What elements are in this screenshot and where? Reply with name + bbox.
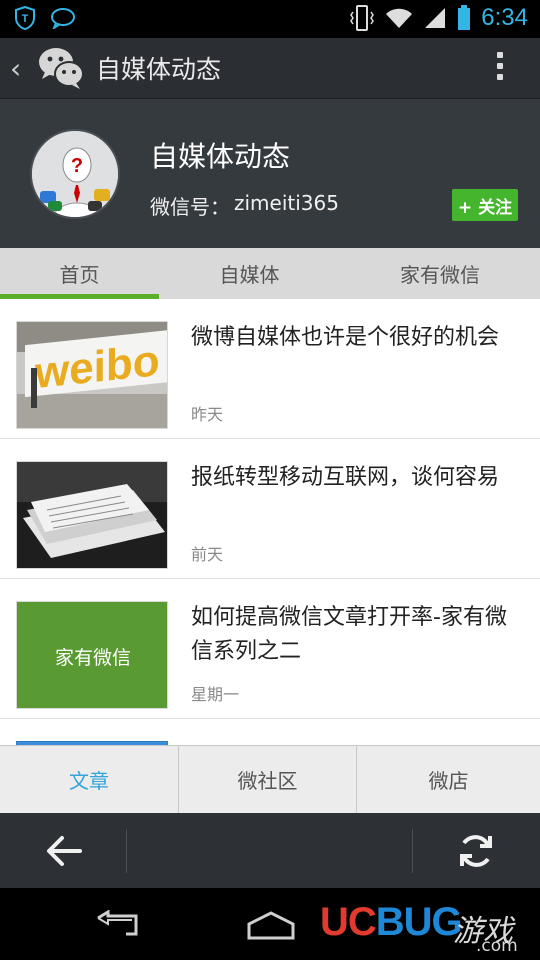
- list-item[interactable]: 家有微信 如何提高微信文章打开率-家有微信系列之二 星期一: [0, 579, 540, 719]
- profile-header: ? 自媒体动态 微信号： zimeiti365 + 关注: [0, 98, 540, 248]
- action-bar: ‹ 自媒体动态: [0, 38, 540, 98]
- svg-text:?: ?: [71, 155, 83, 177]
- system-back-icon[interactable]: [96, 910, 144, 940]
- article-time: 星期一: [191, 685, 240, 704]
- battery-icon: [458, 5, 471, 30]
- watermark-domain: .com: [476, 936, 518, 956]
- article-time: 昨天: [191, 405, 224, 424]
- article-list: weibo 微博自媒体也许是个很好的机会 昨天 报纸转型移动互联网，谈何容易 前…: [0, 299, 540, 745]
- follow-button[interactable]: + 关注: [452, 189, 518, 221]
- back-chevron-icon[interactable]: ‹: [10, 52, 28, 85]
- article-time: 前天: [191, 545, 224, 564]
- avatar[interactable]: ?: [30, 129, 120, 219]
- article-title: 如何提高微信文章打开率-家有微信系列之二: [191, 605, 507, 664]
- vibrate-icon: [350, 5, 375, 31]
- overflow-menu-icon[interactable]: [496, 52, 504, 84]
- chat-bubble-icon: [51, 8, 75, 29]
- article-thumbnail: [16, 461, 168, 569]
- article-thumbnail: 家有微信: [16, 601, 168, 709]
- wechat-logo-icon[interactable]: [36, 45, 86, 91]
- tab-wechat-home[interactable]: 家有微信: [340, 248, 540, 299]
- account-name: 自媒体动态: [150, 140, 291, 173]
- watermark-brand: UCBUG: [320, 900, 463, 944]
- tab-self-media[interactable]: 自媒体: [159, 248, 340, 299]
- menu-articles[interactable]: 文章: [0, 746, 179, 813]
- list-item[interactable]: weibo 微博自媒体也许是个很好的机会 昨天: [0, 299, 540, 439]
- browser-toolbar: [0, 813, 540, 888]
- tab-label: 自媒体: [219, 263, 280, 287]
- page-title: 自媒体动态: [96, 55, 222, 84]
- wechat-id-label: 微信号：: [150, 195, 230, 219]
- toolbar-divider: [126, 829, 127, 873]
- tab-label: 家有微信: [400, 263, 480, 287]
- wifi-icon: [386, 8, 413, 28]
- clock: 6:34: [481, 4, 528, 31]
- tab-label: 首页: [59, 263, 100, 287]
- signal-icon: [425, 8, 446, 28]
- menu-community[interactable]: 微社区: [179, 746, 357, 813]
- article-thumbnail: weibo: [16, 321, 168, 429]
- svg-text:T: T: [22, 13, 29, 25]
- refresh-icon[interactable]: [456, 831, 496, 871]
- list-item[interactable]: [0, 719, 540, 745]
- tab-bar: 首页 自媒体 家有微信: [0, 248, 540, 299]
- bottom-menu: 文章 微社区 微店: [0, 745, 540, 813]
- shield-icon: T: [15, 6, 35, 30]
- thumbnail-caption: 家有微信: [54, 646, 131, 669]
- wechat-id: zimeiti365: [234, 191, 339, 215]
- article-title: 报纸转型移动互联网，谈何容易: [191, 465, 500, 490]
- system-home-icon[interactable]: [246, 910, 296, 940]
- tab-home[interactable]: 首页: [0, 248, 159, 299]
- article-title: 微博自媒体也许是个很好的机会: [191, 325, 500, 350]
- list-item[interactable]: 报纸转型移动互联网，谈何容易 前天: [0, 439, 540, 579]
- status-bar: T 6:34: [0, 0, 540, 38]
- toolbar-divider: [412, 829, 413, 873]
- avatar-image: ?: [32, 131, 118, 217]
- menu-shop[interactable]: 微店: [357, 746, 540, 813]
- watermark-logo: UCBUG 游戏网 .com: [320, 900, 540, 960]
- back-arrow-icon[interactable]: [44, 833, 84, 869]
